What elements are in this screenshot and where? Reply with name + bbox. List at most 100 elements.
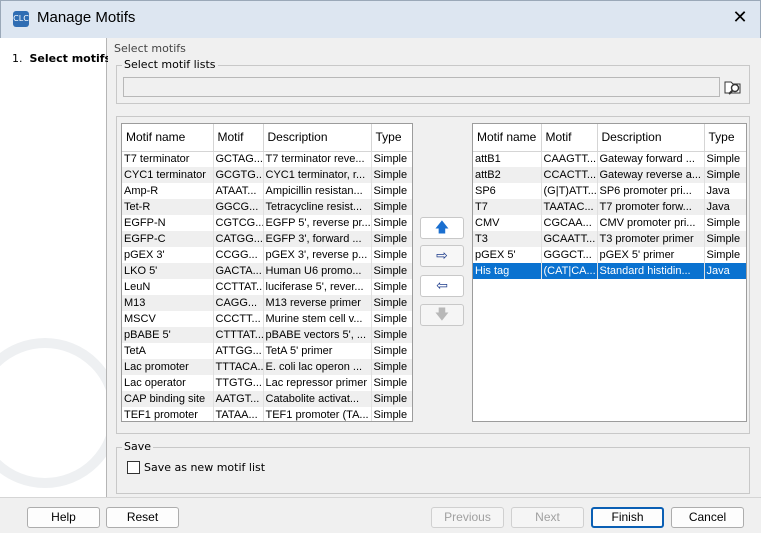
cell-motif-name: EGFP-N: [122, 215, 214, 231]
cell-motif-name: His tag: [473, 263, 542, 279]
cell-description: Catabolite activat...: [263, 391, 372, 407]
cell-motif-name: Lac operator: [122, 375, 214, 391]
selected-motifs-table[interactable]: Motif name Motif Description Type attB1 CAAG…: [472, 123, 747, 422]
table-row[interactable]: EGFP-C CATGG... EGFP 3', forward ... Simple: [122, 231, 412, 247]
step-select-motifs: 1. Select motifs: [12, 52, 111, 65]
cell-motif: GCAATT...: [541, 231, 598, 247]
cell-motif: CAAGTT...: [541, 151, 598, 167]
col-type[interactable]: Type: [371, 124, 412, 152]
cell-description: M13 reverse primer: [263, 295, 372, 311]
cell-description: CYC1 terminator, r...: [263, 167, 372, 183]
col-type[interactable]: Type: [704, 124, 746, 152]
cell-type: Simple: [704, 231, 746, 247]
table-row[interactable]: LeuN CCTTAT... luciferase 5', rever... Simp…: [122, 279, 412, 295]
cell-type: Simple: [371, 295, 412, 311]
cell-motif-name: attB1: [473, 151, 542, 167]
cell-type: Java: [704, 199, 746, 215]
table-row[interactable]: Amp-R ATAAT... Ampicillin resistan... Simpl…: [122, 183, 412, 199]
cell-type: Simple: [704, 215, 746, 231]
cell-motif: CCACTT...: [541, 167, 598, 183]
table-row[interactable]: MSCV CCCTT... Murine stem cell v... Simple: [122, 311, 412, 327]
cell-motif: GGCG...: [213, 199, 264, 215]
table-row[interactable]: attB2 CCACTT... Gateway reverse a... Simple: [473, 167, 746, 183]
save-as-new-label[interactable]: Save as new motif list: [144, 461, 265, 474]
finish-button[interactable]: Finish: [591, 507, 664, 528]
help-button[interactable]: Help: [27, 507, 100, 528]
col-motif-name[interactable]: Motif name: [122, 124, 214, 152]
cell-type: Simple: [704, 167, 746, 183]
move-up-button[interactable]: 🡅: [420, 217, 464, 239]
cell-motif: TAATAC...: [541, 199, 598, 215]
cell-motif: CATGG...: [213, 231, 264, 247]
remove-motif-button[interactable]: ⇦: [420, 275, 464, 297]
previous-button[interactable]: Previous: [431, 507, 504, 528]
table-row[interactable]: attB1 CAAGTT... Gateway forward ... Simple: [473, 151, 746, 167]
cell-type: Simple: [371, 151, 412, 167]
table-row[interactable]: Lac promoter TTTACA... E. coli lac operon …: [122, 359, 412, 375]
save-group-label: Save: [122, 440, 154, 453]
cell-motif: (CAT|CA...: [541, 263, 598, 279]
cell-type: Simple: [371, 247, 412, 263]
cell-description: Human U6 promo...: [263, 263, 372, 279]
cell-motif-name: LeuN: [122, 279, 214, 295]
move-down-button[interactable]: 🡇: [420, 304, 464, 326]
table-row[interactable]: Tet-R GGCG... Tetracycline resist... Simple: [122, 199, 412, 215]
table-row[interactable]: CMV CGCAA... CMV promoter pri... Simple: [473, 215, 746, 231]
cell-description: T3 promoter primer: [597, 231, 705, 247]
col-description[interactable]: Description: [597, 124, 705, 152]
motif-lists-input[interactable]: [123, 77, 720, 97]
table-row[interactable]: pGEX 3' CCGG... pGEX 3', reverse p... Simpl…: [122, 247, 412, 263]
col-motif[interactable]: Motif: [541, 124, 598, 152]
step-label: Select motifs: [29, 52, 112, 65]
cell-motif: CTTTAT...: [213, 327, 264, 343]
table-row[interactable]: Lac operator TTGTG... Lac repressor primer…: [122, 375, 412, 391]
table-row[interactable]: TEF1 promoter TATAA... TEF1 promoter (TA..…: [122, 407, 412, 421]
folder-search-icon[interactable]: [723, 77, 743, 97]
table-row[interactable]: T7 terminator GCTAG... T7 terminator reve.…: [122, 151, 412, 167]
cell-motif-name: CMV: [473, 215, 542, 231]
cell-description: Gateway forward ...: [597, 151, 705, 167]
table-row[interactable]: EGFP-N CGTCG... EGFP 5', reverse pr... Simp…: [122, 215, 412, 231]
cell-description: Tetracycline resist...: [263, 199, 372, 215]
cell-motif: (G|T)ATT...: [541, 183, 598, 199]
cell-type: Java: [704, 183, 746, 199]
close-icon[interactable]: ✕: [728, 6, 752, 30]
table-row[interactable]: T3 GCAATT... T3 promoter primer Simple: [473, 231, 746, 247]
table-row[interactable]: pBABE 5' CTTTAT... pBABE vectors 5', ... Si…: [122, 327, 412, 343]
window-title: Manage Motifs: [37, 9, 136, 26]
cell-motif: GACTA...: [213, 263, 264, 279]
cell-description: EGFP 3', forward ...: [263, 231, 372, 247]
col-motif-name[interactable]: Motif name: [473, 124, 542, 152]
available-motifs-table[interactable]: Motif name Motif Description Type T7 termin…: [121, 123, 413, 422]
table-row[interactable]: LKO 5' GACTA... Human U6 promo... Simple: [122, 263, 412, 279]
col-motif[interactable]: Motif: [213, 124, 264, 152]
cell-motif: GCTAG...: [213, 151, 264, 167]
table-row[interactable]: T7 TAATAC... T7 promoter forw... Java: [473, 199, 746, 215]
next-button[interactable]: Next: [511, 507, 584, 528]
cell-type: Simple: [371, 279, 412, 295]
table-row[interactable]: pGEX 5' GGGCT... pGEX 5' primer Simple: [473, 247, 746, 263]
table-row[interactable]: TetA ATTGG... TetA 5' primer Simple: [122, 343, 412, 359]
reset-button[interactable]: Reset: [106, 507, 179, 528]
save-as-new-checkbox[interactable]: [127, 461, 140, 474]
cell-motif-name: pBABE 5': [122, 327, 214, 343]
cell-motif-name: attB2: [473, 167, 542, 183]
table-row[interactable]: CYC1 terminator GCGTG... CYC1 terminator, …: [122, 167, 412, 183]
cell-type: Simple: [704, 247, 746, 263]
cell-motif: TATAA...: [213, 407, 264, 421]
cancel-button[interactable]: Cancel: [671, 507, 744, 528]
cell-motif: TTTACA...: [213, 359, 264, 375]
table-row[interactable]: M13 CAGG... M13 reverse primer Simple: [122, 295, 412, 311]
table-row[interactable]: SP6 (G|T)ATT... SP6 promoter pri... Java: [473, 183, 746, 199]
col-description[interactable]: Description: [263, 124, 372, 152]
cell-description: Murine stem cell v...: [263, 311, 372, 327]
add-motif-button[interactable]: ⇨: [420, 245, 464, 267]
table-row[interactable]: His tag (CAT|CA... Standard histidin... Jav…: [473, 263, 746, 279]
cell-type: Simple: [371, 215, 412, 231]
cell-type: Simple: [371, 263, 412, 279]
cell-type: Simple: [371, 343, 412, 359]
table-row[interactable]: CAP binding site AATGT... Catabolite activ…: [122, 391, 412, 407]
cell-description: TEF1 promoter (TA...: [263, 407, 372, 421]
cell-motif-name: CAP binding site: [122, 391, 214, 407]
cell-motif: ATTGG...: [213, 343, 264, 359]
